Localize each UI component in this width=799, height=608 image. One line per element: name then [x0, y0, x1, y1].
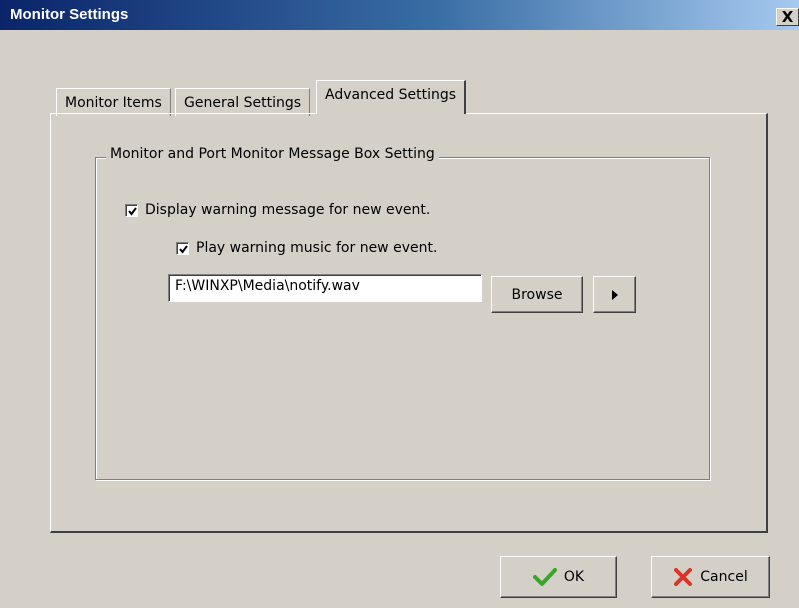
play-music-option[interactable]: Play warning music for new event. — [176, 240, 437, 256]
ok-label: OK — [563, 569, 585, 585]
browse-label: Browse — [511, 286, 563, 303]
play-music-label: Play warning music for new event. — [196, 240, 438, 256]
checkmark-icon — [179, 244, 188, 254]
tab-monitor-items[interactable]: Monitor Items — [56, 88, 171, 116]
checkmark-icon — [532, 567, 557, 587]
browse-button[interactable]: Browse — [491, 276, 583, 313]
cancel-label: Cancel — [700, 569, 748, 585]
tab-general-settings[interactable]: General Settings — [175, 88, 311, 116]
display-warning-checkbox[interactable] — [125, 203, 138, 217]
close-icon: X — [781, 8, 794, 26]
tab-label: Monitor Items — [65, 95, 162, 111]
close-button[interactable]: X — [776, 8, 799, 26]
sound-file-input[interactable]: F:\WINXP\Media\notify.wav — [168, 274, 482, 302]
tab-advanced-settings[interactable]: Advanced Settings — [316, 80, 467, 114]
title-bar: Monitor Settings — [0, 0, 799, 30]
display-warning-option[interactable]: Display warning message for new event. — [125, 202, 430, 218]
play-music-checkbox[interactable] — [176, 241, 189, 255]
play-sound-button[interactable] — [593, 276, 636, 313]
display-warning-label: Display warning message for new event. — [145, 202, 431, 218]
window-title: Monitor Settings — [10, 6, 129, 23]
tab-label: General Settings — [184, 95, 302, 111]
checkmark-icon — [128, 206, 137, 216]
sound-file-value: F:\WINXP\Media\notify.wav — [175, 278, 360, 294]
play-icon — [611, 289, 618, 300]
tab-label: Advanced Settings — [325, 87, 457, 103]
cancel-button[interactable]: Cancel — [651, 556, 770, 598]
x-icon — [673, 567, 693, 587]
ok-button[interactable]: OK — [500, 556, 617, 598]
group-title: Monitor and Port Monitor Message Box Set… — [106, 146, 439, 162]
